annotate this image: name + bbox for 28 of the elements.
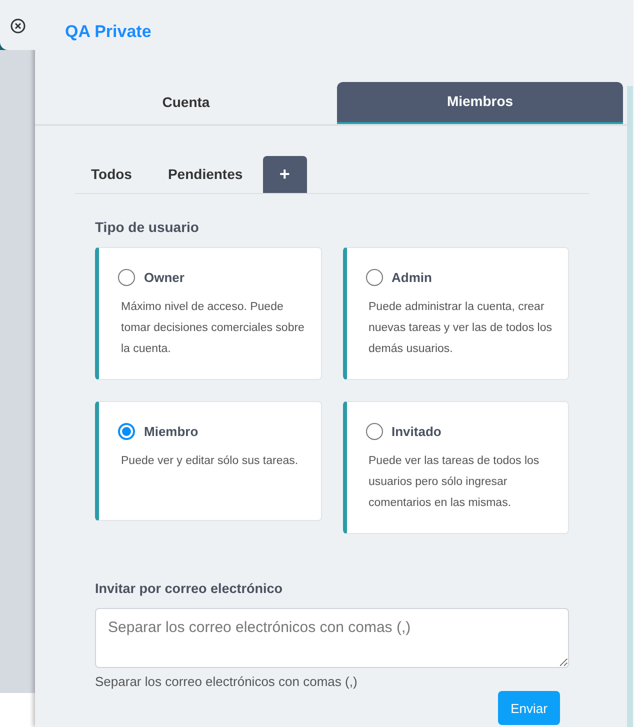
radio-button[interactable]	[366, 268, 382, 286]
option-title: Owner	[144, 268, 184, 286]
option-description: Puede ver las tareas de todos los usuarios pero sólo ingresar comentarios en las mismas.	[368, 454, 540, 511]
option-title: Invitado	[392, 422, 442, 440]
option-title: Miembro	[144, 422, 198, 440]
close-icon[interactable]	[10, 18, 26, 34]
subtab[interactable]: Pendientes	[152, 156, 259, 192]
radio-button[interactable]	[118, 422, 135, 440]
radio-button[interactable]	[118, 268, 135, 286]
add-button[interactable]: +	[262, 156, 307, 192]
option-card[interactable]: Invitado Puede ver las tareas de todos los usuarios pero sólo ingresar comentarios en las mismas.	[342, 400, 569, 534]
scrollbar[interactable]	[627, 86, 633, 727]
email-field[interactable]: Separar los correo electrónicos con comas (,)	[95, 608, 569, 668]
radio-button[interactable]	[366, 422, 382, 440]
option-description: Puede ver y editar sólo sus tareas.	[121, 454, 300, 469]
option-title: Admin	[392, 268, 432, 286]
option-card[interactable]: Owner Máximo nivel de acceso. Puede tomar decisiones comerciales sobre la cuenta.	[95, 246, 322, 380]
tab[interactable]: Miembros	[337, 82, 623, 124]
subtab[interactable]: Todos	[75, 156, 148, 192]
panel-title: QA Private	[65, 21, 152, 43]
invite-label: Invitar por correo electrónico	[95, 580, 283, 598]
option-description: Puede administrar la cuenta, crear nuevas tareas y ver las de todos los demás usuarios.	[368, 300, 553, 357]
tab[interactable]: Cuenta	[35, 82, 337, 124]
option-card[interactable]: Miembro Puede ver y editar sólo sus tareas.	[95, 400, 322, 520]
section-label: Tipo de usuario	[95, 218, 199, 237]
option-card[interactable]: Admin Puede administrar la cuenta, crear nuevas tareas y ver las de todos los demás usuarios.	[342, 246, 569, 380]
option-description: Máximo nivel de acceso. Puede tomar decisiones comerciales sobre la cuenta.	[121, 300, 306, 357]
help-text: Separar los correo electrónicos con comas (,)	[95, 672, 358, 691]
